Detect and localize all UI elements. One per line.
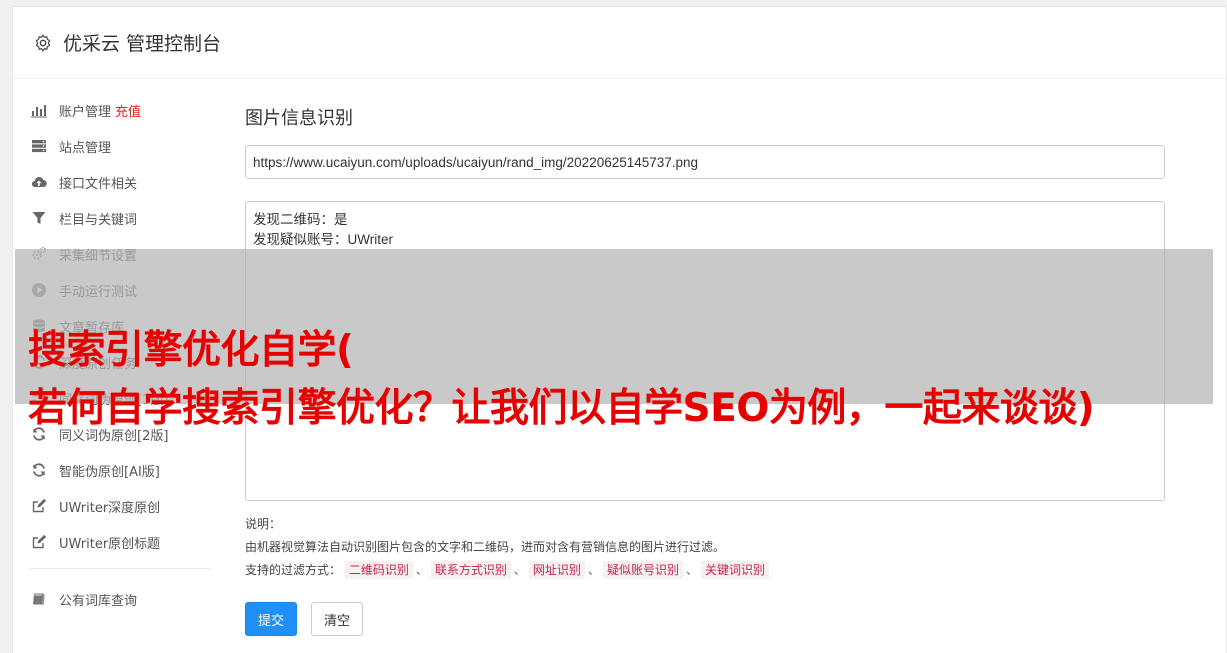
filter-icon [30,209,48,227]
sidebar-item-label: UWriter深度原创 [59,500,161,516]
sidebar-item-label: 账户管理 [59,104,112,120]
sidebar-divider [30,568,210,569]
sidebar-item[interactable]: UWriter原创标题 [30,524,210,560]
sidebar-item[interactable]: UWriter深度原创 [30,488,210,524]
server-icon [30,137,48,155]
header: 优采云 管理控制台 [13,7,1226,79]
overlay-title: 搜索引擎优化自学( 若何自学搜索引擎优化？让我们以自学SEO为例，一起来谈谈) [28,322,1095,438]
overlay-line-2: 若何自学搜索引擎优化？让我们以自学SEO为例，一起来谈谈) [28,386,1095,431]
filter-separator: 、 [415,563,428,577]
sidebar-item[interactable]: 账户管理 充值 [30,92,210,128]
button-row: 提交 清空 [245,602,1165,636]
edit-icon [30,497,48,515]
sidebar-item-label: 公有词库查询 [59,593,138,609]
sidebar-item-label: 智能伪原创[AI版] [59,464,160,480]
filter-tag: 网址识别 [528,561,585,579]
image-url-input[interactable] [245,145,1165,179]
result-line: 发现疑似账号：UWriter [253,232,393,247]
sidebar-item[interactable]: 栏目与关键词 [30,200,210,236]
refresh-icon [30,461,48,479]
filter-separator: 、 [685,563,698,577]
filter-tag: 关键词识别 [700,561,769,579]
clear-button[interactable]: 清空 [311,602,364,636]
sidebar-item-label: 站点管理 [59,140,112,156]
page-title: 优采云 管理控制台 [63,33,222,55]
submit-button[interactable]: 提交 [245,602,298,636]
filter-tag: 疑似账号识别 [602,561,683,579]
filter-label: 支持的过滤方式： [245,563,342,577]
filter-separator: 、 [513,563,526,577]
sidebar-item-label: 栏目与关键词 [59,212,138,228]
result-line: 发现二维码：是 [253,212,348,227]
edit-icon [30,533,48,551]
sidebar-item[interactable]: 站点管理 [30,128,210,164]
sidebar-item[interactable]: 智能伪原创[AI版] [30,452,210,488]
book-icon [30,590,48,608]
note-desc: 由机器视觉算法自动识别图片包含的文字和二维码，进而对含有营销信息的图片进行过滤。 [245,540,726,554]
cloud-upload-icon [30,173,48,191]
note-label: 说明： [245,517,282,531]
filter-separator: 、 [587,563,600,577]
sidebar-item[interactable]: 接口文件相关 [30,164,210,200]
sidebar-item-label: UWriter原创标题 [59,536,161,552]
filter-list: 支持的过滤方式： 二维码识别、联系方式识别、网址识别、疑似账号识别、关键词识别 [245,559,1165,582]
overlay-line-1: 搜索引擎优化自学( [28,328,354,373]
section-title: 图片信息识别 [245,108,353,129]
description: 说明： 由机器视觉算法自动识别图片包含的文字和二维码，进而对含有营销信息的图片进… [245,513,1165,582]
sidebar-item[interactable]: 公有词库查询 [30,581,210,617]
filter-tag: 联系方式识别 [430,561,511,579]
recharge-link[interactable]: 充值 [115,101,141,120]
filter-tag: 二维码识别 [344,561,413,579]
gear-icon [33,33,53,53]
bar-chart-icon [30,101,48,119]
sidebar-item-label: 接口文件相关 [59,176,138,192]
